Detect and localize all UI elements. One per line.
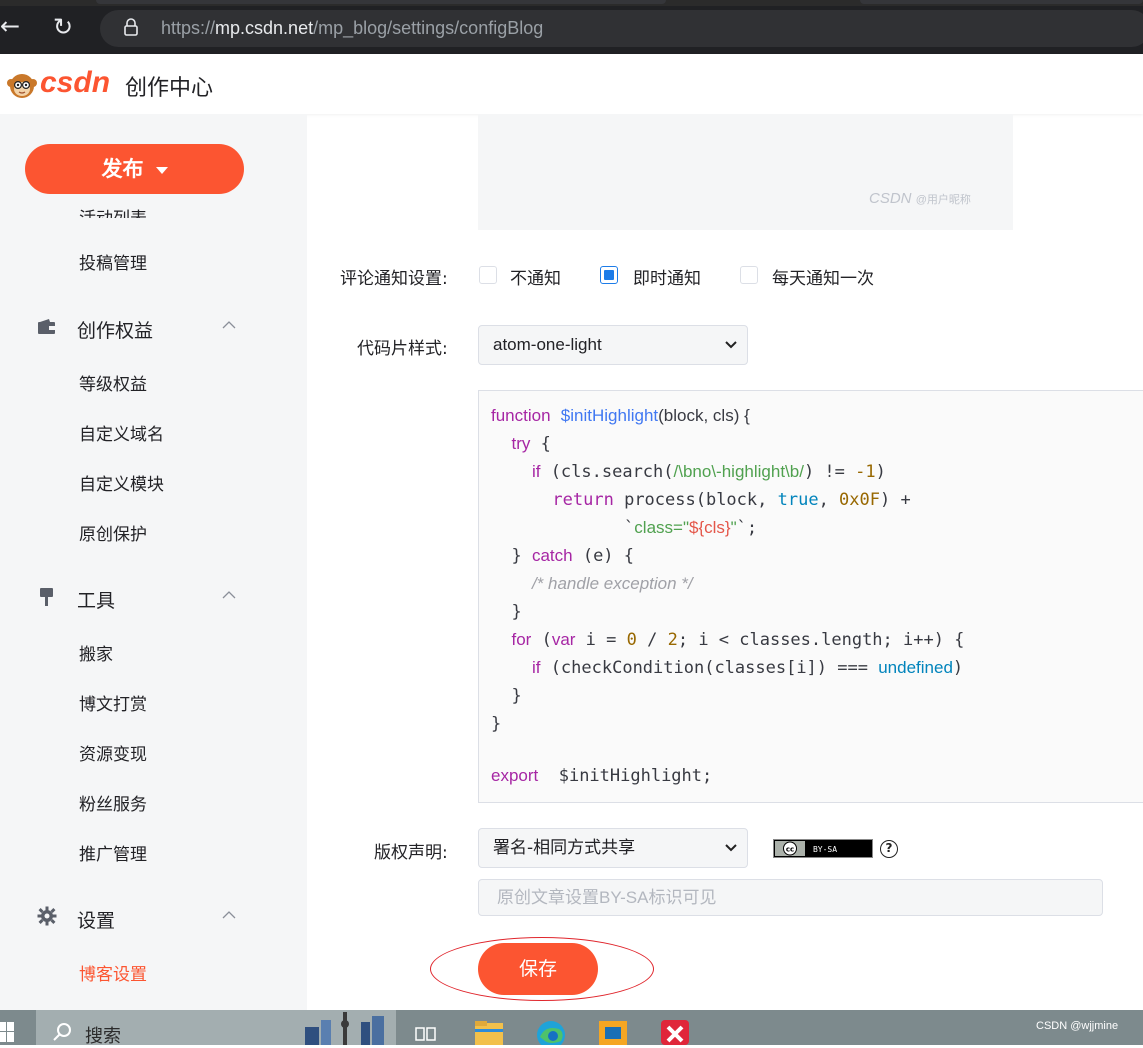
copyright-value: 署名-相同方式共享: [493, 838, 636, 858]
wallet-icon: [38, 319, 55, 334]
file-explorer-icon[interactable]: [474, 1021, 504, 1045]
caret-down-icon: [155, 166, 168, 174]
chevron-up-icon[interactable]: [222, 591, 236, 599]
cc-badge-text: BY-SA: [813, 845, 837, 854]
sidebar-item-migrate[interactable]: 搬家: [79, 640, 113, 665]
gear-icon: [37, 906, 57, 926]
option-daily-notify-label[interactable]: 每天通知一次: [772, 264, 874, 289]
copyright-note-input[interactable]: 原创文章设置BY-SA标识可见: [478, 879, 1103, 916]
back-arrow-icon[interactable]: ←: [0, 12, 20, 40]
url-host: mp.csdn.net: [215, 18, 314, 38]
code-line: }: [491, 714, 502, 734]
xmind-app-icon[interactable]: [660, 1019, 690, 1045]
sidebar-item-custom-domain[interactable]: 自定义域名: [79, 420, 164, 445]
tab-strip: [0, 0, 1143, 6]
help-icon[interactable]: ?: [880, 840, 898, 858]
code-line: /* handle exception */: [531, 574, 693, 593]
sidebar-item-blog-settings[interactable]: 博客设置: [79, 960, 147, 985]
task-view-icon[interactable]: [415, 1024, 437, 1044]
code-line: if (checkCondition(classes[i]) === undef…: [531, 658, 964, 678]
checkbox-no-notify[interactable]: [479, 266, 497, 284]
url-scheme: https://: [161, 18, 216, 38]
chevron-up-icon[interactable]: [222, 911, 236, 919]
code-style-value: atom-one-light: [493, 335, 602, 354]
watermark-preview: [478, 114, 1013, 230]
edge-browser-icon[interactable]: [535, 1019, 567, 1045]
browser-tab[interactable]: [96, 0, 666, 4]
code-line: } catch (e) {: [491, 546, 635, 566]
csdn-mascot-logo[interactable]: [6, 71, 38, 99]
code-line: for (var i = 0 / 2; i < classes.length; …: [511, 630, 965, 650]
comment-notify-label: 评论通知设置:: [340, 269, 448, 289]
code-line: `class="${cls}"`;: [491, 518, 758, 538]
code-style-select[interactable]: atom-one-light: [478, 325, 748, 365]
save-button[interactable]: 保存: [478, 943, 598, 995]
url-path: /mp_blog/settings/configBlog: [313, 18, 544, 38]
csdn-logo-text[interactable]: csdn: [40, 66, 110, 100]
chevron-up-icon[interactable]: [222, 321, 236, 329]
code-style-label: 代码片样式:: [357, 339, 448, 359]
brush-icon: [40, 588, 53, 606]
search-icon: [53, 1023, 71, 1041]
lock-icon: [124, 18, 138, 36]
app-title[interactable]: 创作中心: [125, 70, 213, 102]
reload-icon[interactable]: ↻: [53, 13, 73, 41]
sidebar-item-activity-list[interactable]: 活动列表: [79, 196, 147, 218]
watermark-preview-text: CSDN @用户昵称: [869, 190, 971, 207]
vscode-like-app-icon[interactable]: [597, 1019, 629, 1045]
chevron-down-icon: [725, 844, 737, 852]
publish-button[interactable]: 发布: [25, 144, 244, 194]
sidebar-item-fan-service[interactable]: 粉丝服务: [79, 790, 147, 815]
code-line: try {: [511, 434, 551, 454]
sidebar-item-promotion[interactable]: 推广管理: [79, 840, 147, 865]
code-line: export $initHighlight;: [491, 766, 713, 786]
checkbox-instant-notify[interactable]: [600, 266, 618, 284]
sidebar-item-submission-management[interactable]: 投稿管理: [79, 249, 147, 274]
code-style-preview: [478, 390, 1143, 803]
taskbar-search-placeholder: 搜索: [85, 1026, 121, 1047]
city-skyline-icon: [305, 1012, 384, 1045]
checkbox-daily-notify[interactable]: [740, 266, 758, 284]
sidebar-item-tipping[interactable]: 博文打赏: [79, 690, 147, 715]
sidebar-item-level-rights[interactable]: 等级权益: [79, 370, 147, 395]
chevron-down-icon: [725, 341, 737, 349]
windows-start-icon[interactable]: [0, 1022, 14, 1042]
url-text[interactable]: https://mp.csdn.net/mp_blog/settings/con…: [161, 18, 543, 39]
code-line: if (cls.search(/\bno\-highlight\b/) != -…: [531, 462, 886, 482]
copyright-select[interactable]: 署名-相同方式共享: [478, 828, 748, 868]
browser-tab[interactable]: [860, 0, 1143, 4]
copyright-label: 版权声明:: [374, 843, 448, 863]
sidebar-item-monetize[interactable]: 资源变现: [79, 740, 147, 765]
code-line: }: [491, 602, 522, 622]
sidebar-group-creation-rights[interactable]: 创作权益: [77, 316, 153, 343]
option-no-notify-label[interactable]: 不通知: [510, 264, 561, 289]
sidebar-group-settings[interactable]: 设置: [77, 906, 115, 933]
sidebar-item-original-protection[interactable]: 原创保护: [79, 520, 147, 545]
code-line: function $initHighlight(block, cls) {: [491, 406, 750, 425]
svg-text:cc: cc: [786, 846, 794, 854]
csdn-user-watermark: CSDN @wjjmine: [1036, 1020, 1119, 1032]
code-line: }: [491, 686, 522, 706]
sidebar: [0, 114, 307, 1010]
sidebar-group-tools[interactable]: 工具: [77, 586, 115, 613]
publish-label: 发布: [101, 157, 144, 181]
cc-by-sa-badge-icon: cc BY-SA: [773, 839, 873, 858]
sidebar-item-custom-module[interactable]: 自定义模块: [79, 470, 164, 495]
option-instant-notify-label[interactable]: 即时通知: [633, 264, 701, 289]
code-line: return process(block, true, 0x0F) +: [552, 490, 911, 510]
